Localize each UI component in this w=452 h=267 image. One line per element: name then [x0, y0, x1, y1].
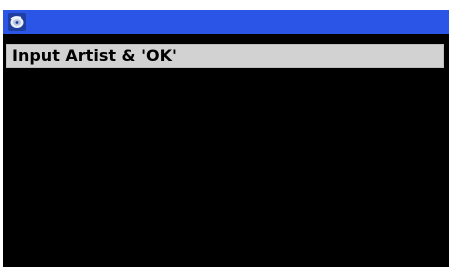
title-bar	[3, 10, 449, 34]
input-prompt-bar: Input Artist & 'OK'	[6, 44, 444, 68]
content-area	[3, 70, 449, 267]
input-prompt-text: Input Artist & 'OK'	[12, 46, 177, 65]
disc-player-icon	[8, 13, 26, 31]
device-screen: Input Artist & 'OK'	[3, 10, 449, 267]
